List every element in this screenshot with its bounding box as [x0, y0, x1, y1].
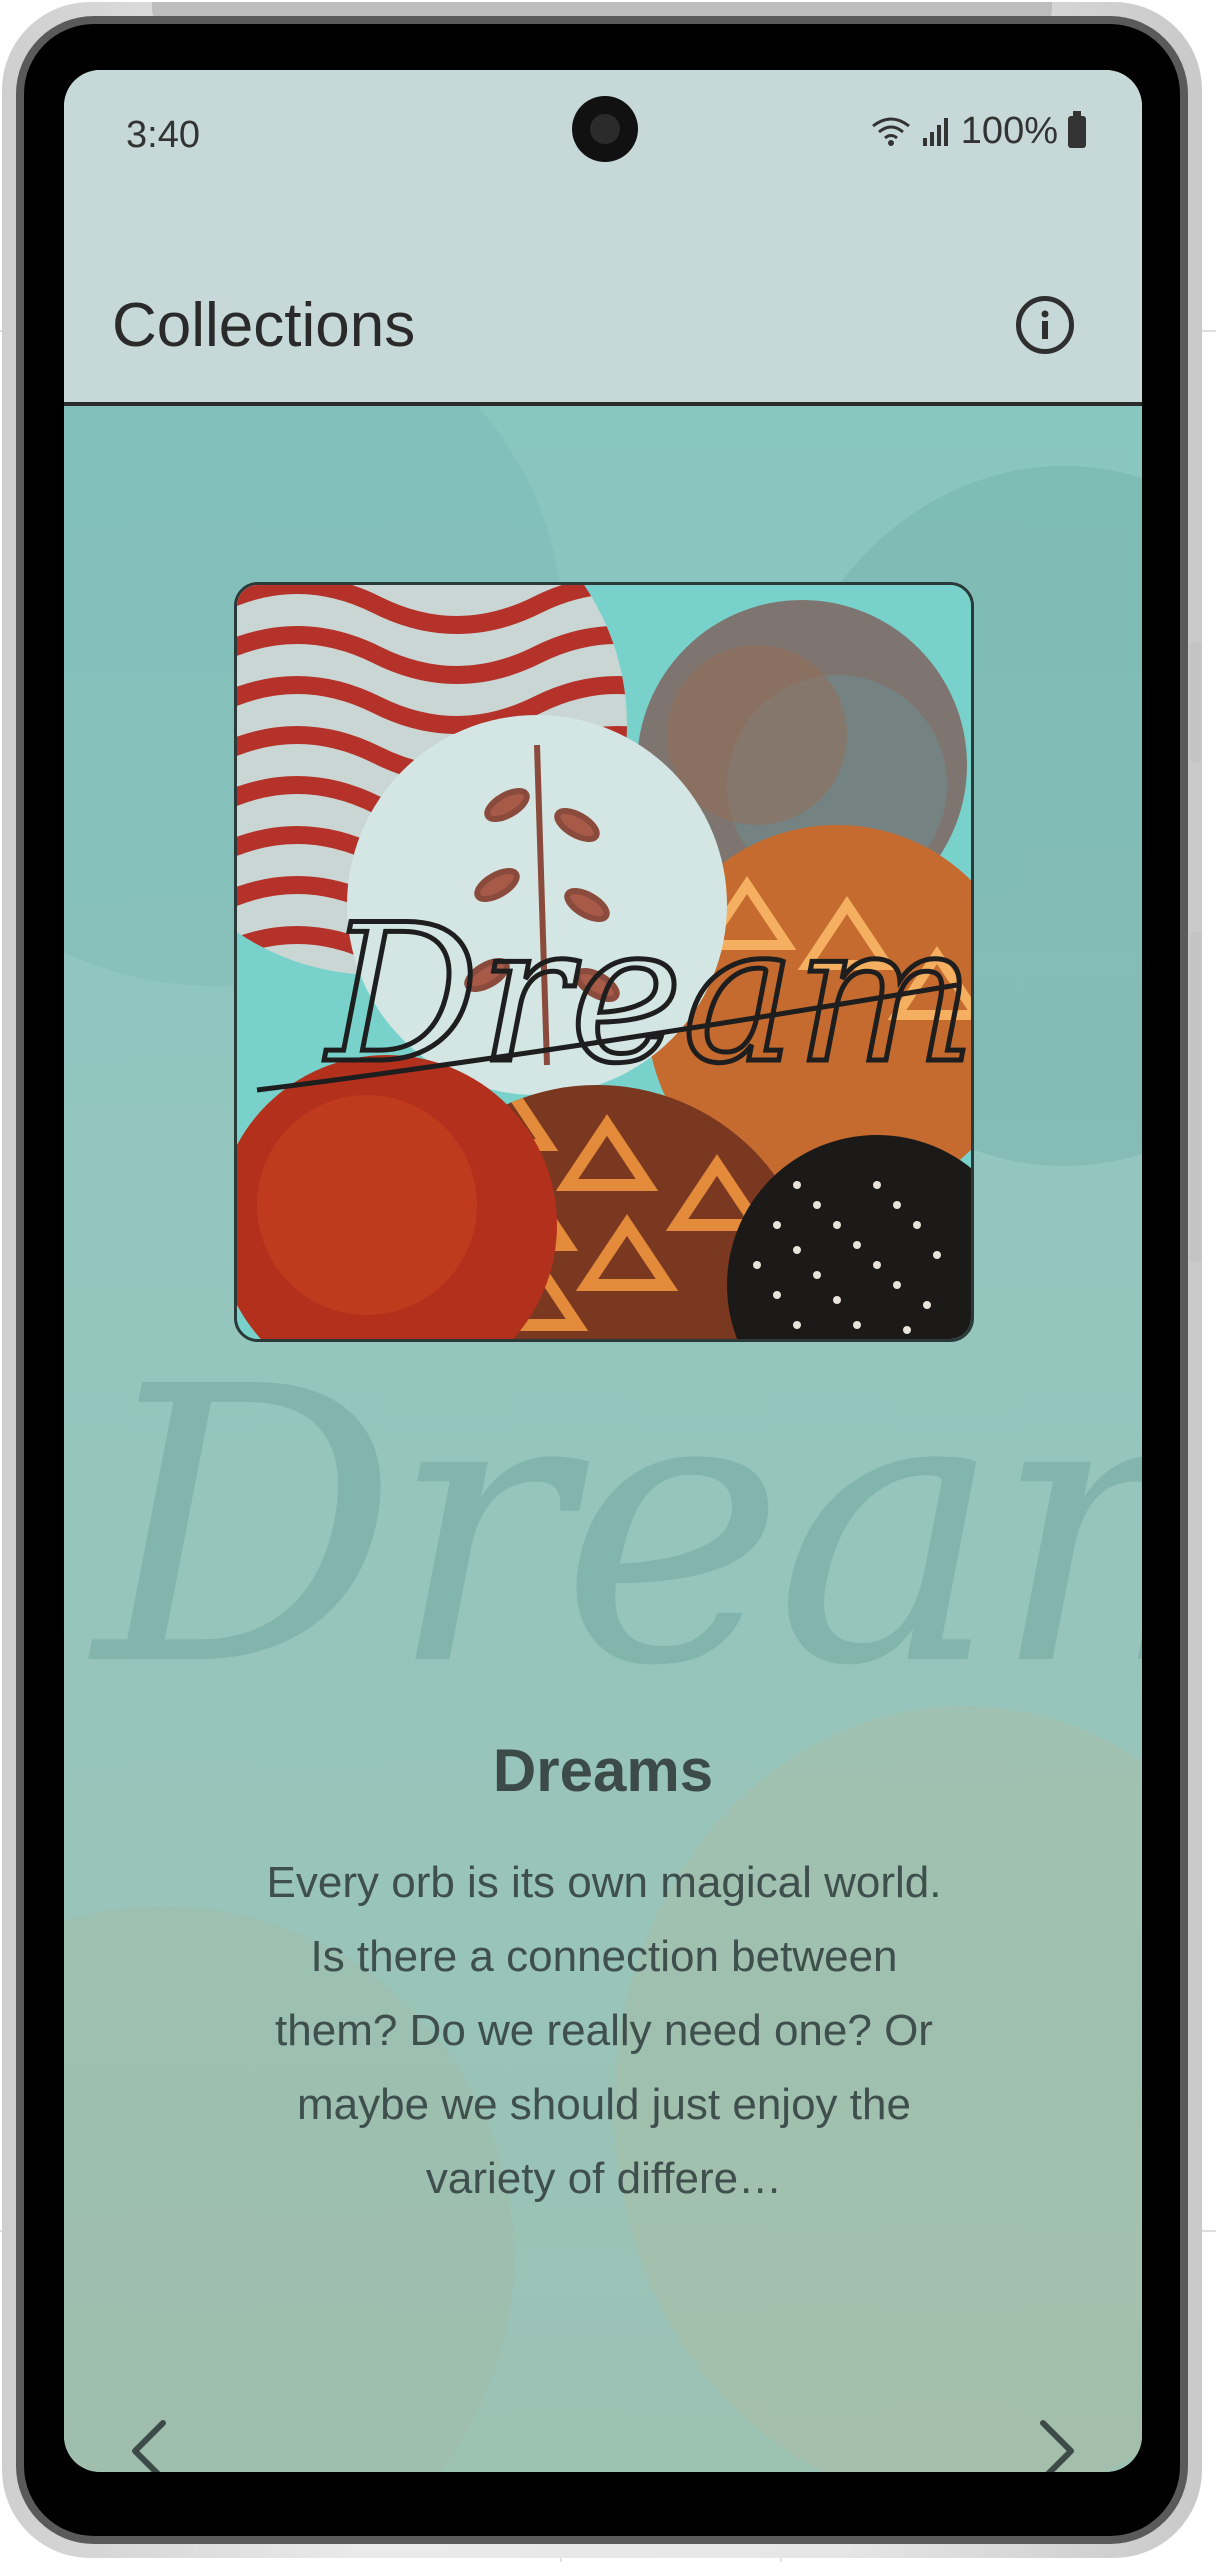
chevron-right-icon	[1040, 2420, 1074, 2472]
collection-description: Every orb is its own magical world. Is t…	[266, 1858, 942, 2203]
chevron-left-icon	[132, 2420, 166, 2472]
next-button[interactable]	[1022, 2406, 1092, 2472]
front-camera	[572, 96, 638, 162]
battery-icon	[1068, 110, 1086, 148]
collection-content: Dreams	[64, 406, 1142, 2472]
signal-icon	[922, 117, 948, 146]
status-time: 3:40	[126, 114, 200, 156]
page-title: Collections	[112, 291, 416, 360]
info-button[interactable]	[1016, 296, 1074, 354]
status-bar: 3:40 100%	[64, 70, 1142, 200]
info-icon	[1041, 310, 1049, 339]
cover-script-lettering: Dreams	[324, 884, 974, 1105]
page: 3:40 100% Collections Drea Dream Dreams …	[0, 0, 1216, 2562]
power-button	[1190, 932, 1202, 1262]
status-indicators: 100%	[871, 110, 1086, 153]
battery-percent: 100%	[960, 110, 1058, 152]
volume-button	[1190, 642, 1202, 762]
wifi-icon	[871, 117, 910, 146]
background-script-text: Dreams	[94, 1306, 1142, 1749]
app-bar: Collections	[64, 200, 1142, 406]
collection-cover-image[interactable]: Dreams	[234, 582, 974, 1342]
screen: 3:40 100% Collections Drea Dream Dreams …	[64, 70, 1142, 2472]
previous-button[interactable]	[114, 2406, 184, 2472]
cover-artwork: Dreams	[237, 585, 974, 1339]
collection-title: Dreams	[492, 1737, 714, 1804]
phone-frame: 3:40 100% Collections Drea Dream Dreams …	[2, 2, 1202, 2558]
